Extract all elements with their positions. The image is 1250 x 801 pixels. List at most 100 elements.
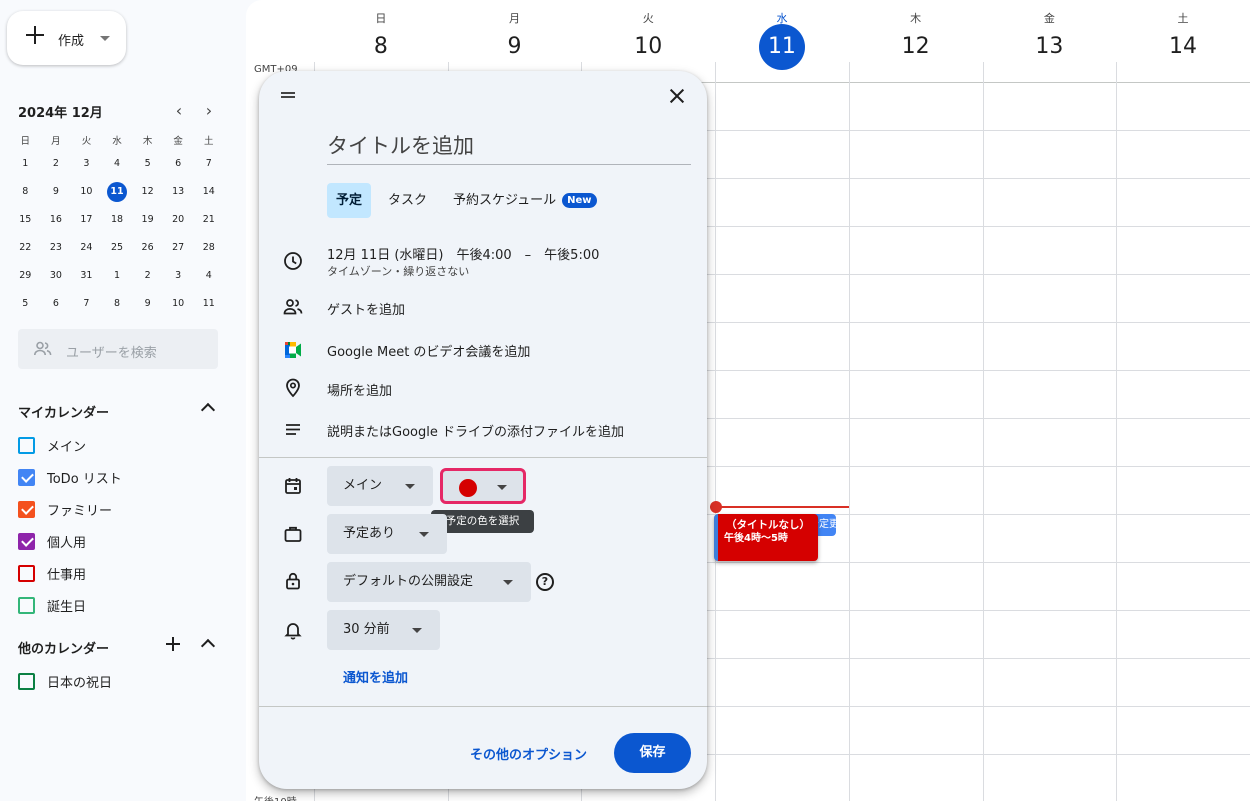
day-date: 12 [901,34,930,59]
calendar-checkbox[interactable] [18,564,35,582]
mini-calendar-day[interactable]: 16 [41,210,72,238]
drag-handle-icon[interactable] [281,92,295,98]
add-notification-link[interactable]: 通知を追加 [343,667,408,686]
day-header[interactable]: 金 13 [983,0,1117,65]
calendar-checkbox[interactable] [18,468,35,486]
mini-calendar-day[interactable]: 6 [41,294,72,322]
mini-calendar-next-button[interactable]: › [199,102,219,122]
calendar-checkbox[interactable] [18,596,35,614]
mini-calendar-weekday: 日 [20,136,31,147]
add-guests[interactable]: ゲストを追加 [327,299,405,318]
add-other-calendar-icon[interactable] [166,637,180,651]
calendar-checkbox[interactable] [18,436,35,454]
day-header[interactable]: 火 10 [581,0,715,65]
day-date: 9 [507,34,522,59]
mini-calendar-day[interactable]: 1 [10,154,41,182]
mini-calendar-day[interactable]: 24 [71,238,102,266]
mini-calendar-day[interactable]: 10 [71,182,102,210]
calendar-list-item[interactable]: 個人用 [18,531,86,551]
day-header[interactable]: 日8 [314,0,448,65]
mini-calendar-day[interactable]: 9 [41,182,72,210]
add-google-meet[interactable]: Google Meet のビデオ会議を追加 [327,341,530,360]
day-header[interactable]: 月9 [448,0,582,65]
mini-calendar-day[interactable]: 7 [71,294,102,322]
event-datetime[interactable]: 12月 11日 (水曜日) 午後4:00 – 午後5:00 [327,244,599,263]
mini-calendar-day[interactable]: 7 [193,154,224,182]
calendar-list-item[interactable]: 誕生日 [18,595,86,615]
close-icon[interactable] [668,87,686,105]
mini-calendar-day-today[interactable]: 11 [102,182,133,210]
mini-calendar-prev-button[interactable]: ‹ [169,102,189,122]
calendar-list-item[interactable]: ToDo リスト [18,467,122,487]
mini-calendar-day[interactable]: 27 [163,238,194,266]
mini-calendar-day[interactable]: 15 [10,210,41,238]
mini-calendar-day[interactable]: 20 [163,210,194,238]
save-button[interactable]: 保存 [614,733,691,773]
mini-calendar-day[interactable]: 2 [132,266,163,294]
my-calendars-title: マイカレンダー [18,406,110,421]
event-title-input[interactable]: タイトルを追加 [327,131,691,165]
calendar-checkbox[interactable] [18,532,35,550]
mini-calendar-day[interactable]: 21 [193,210,224,238]
mini-calendar-day[interactable]: 17 [71,210,102,238]
mini-calendar-day[interactable]: 1 [102,266,133,294]
tab-event[interactable]: 予定 [327,183,372,218]
mini-calendar-day[interactable]: 19 [132,210,163,238]
mini-calendar-day[interactable]: 8 [102,294,133,322]
calendar-select[interactable]: メイン [327,466,433,506]
mini-calendar-day[interactable]: 9 [132,294,163,322]
mini-calendar-day[interactable]: 3 [163,266,194,294]
chevron-down-icon [419,532,429,537]
event-color-select[interactable] [440,468,526,504]
event-chip-new[interactable]: （タイトルなし） 午後4時～5時 [714,514,818,561]
tab-appointment-schedule[interactable]: 予約スケジュール New [444,183,605,218]
mini-calendar-day[interactable]: 26 [132,238,163,266]
calendar-list-item[interactable]: 仕事用 [18,563,86,583]
more-options-button[interactable]: その他のオプション [470,744,587,763]
chevron-up-icon[interactable] [200,638,216,654]
help-icon[interactable]: ? [536,573,554,591]
visibility-select[interactable]: デフォルトの公開設定 [327,562,531,602]
calendar-list-item[interactable]: メイン [18,435,86,455]
mini-calendar-day[interactable]: 25 [102,238,133,266]
mini-calendar-day[interactable]: 31 [71,266,102,294]
mini-calendar-day[interactable]: 30 [41,266,72,294]
day-header[interactable]: 木 12 [849,0,983,65]
day-name: 金 [1043,12,1055,25]
mini-calendar-day[interactable]: 14 [193,182,224,210]
mini-calendar-day[interactable]: 28 [193,238,224,266]
calendar-checkbox[interactable] [18,500,35,518]
day-header-today[interactable]: 水 11 [715,0,849,70]
mini-calendar-day[interactable]: 23 [41,238,72,266]
availability-select[interactable]: 予定あり [327,514,447,554]
notification-select[interactable]: 30 分前 [327,610,440,650]
mini-calendar-day[interactable]: 18 [102,210,133,238]
mini-calendar-day[interactable]: 5 [10,294,41,322]
chevron-up-icon[interactable] [200,402,216,418]
add-description[interactable]: 説明またはGoogle ドライブの添付ファイルを追加 [327,421,624,440]
mini-calendar-day[interactable]: 10 [163,294,194,322]
mini-calendar-day[interactable]: 22 [10,238,41,266]
mini-calendar-day[interactable]: 8 [10,182,41,210]
mini-calendar-day[interactable]: 5 [132,154,163,182]
mini-calendar-day[interactable]: 11 [193,294,224,322]
mini-calendar-day[interactable]: 29 [10,266,41,294]
mini-calendar-day[interactable]: 4 [102,154,133,182]
day-date: 14 [1169,34,1198,59]
tab-task[interactable]: タスク [379,183,436,218]
day-header[interactable]: 土 14 [1116,0,1250,65]
mini-calendar-day[interactable]: 13 [163,182,194,210]
add-location[interactable]: 場所を追加 [327,380,392,399]
mini-calendar-day[interactable]: 3 [71,154,102,182]
mini-calendar-day[interactable]: 4 [193,266,224,294]
create-button[interactable]: 作成 [7,11,126,65]
calendar-checkbox[interactable] [18,672,35,690]
mini-calendar-day[interactable]: 12 [132,182,163,210]
calendar-list-item[interactable]: ファミリー [18,499,112,519]
calendar-list-item[interactable]: 日本の祝日 [18,671,112,691]
user-search-input[interactable]: ユーザーを検索 [18,329,218,369]
day-column-line [982,62,984,801]
mini-calendar-day[interactable]: 6 [163,154,194,182]
mini-calendar-day[interactable]: 2 [41,154,72,182]
event-datetime-sub[interactable]: タイムゾーン・繰り返さない [327,263,469,279]
